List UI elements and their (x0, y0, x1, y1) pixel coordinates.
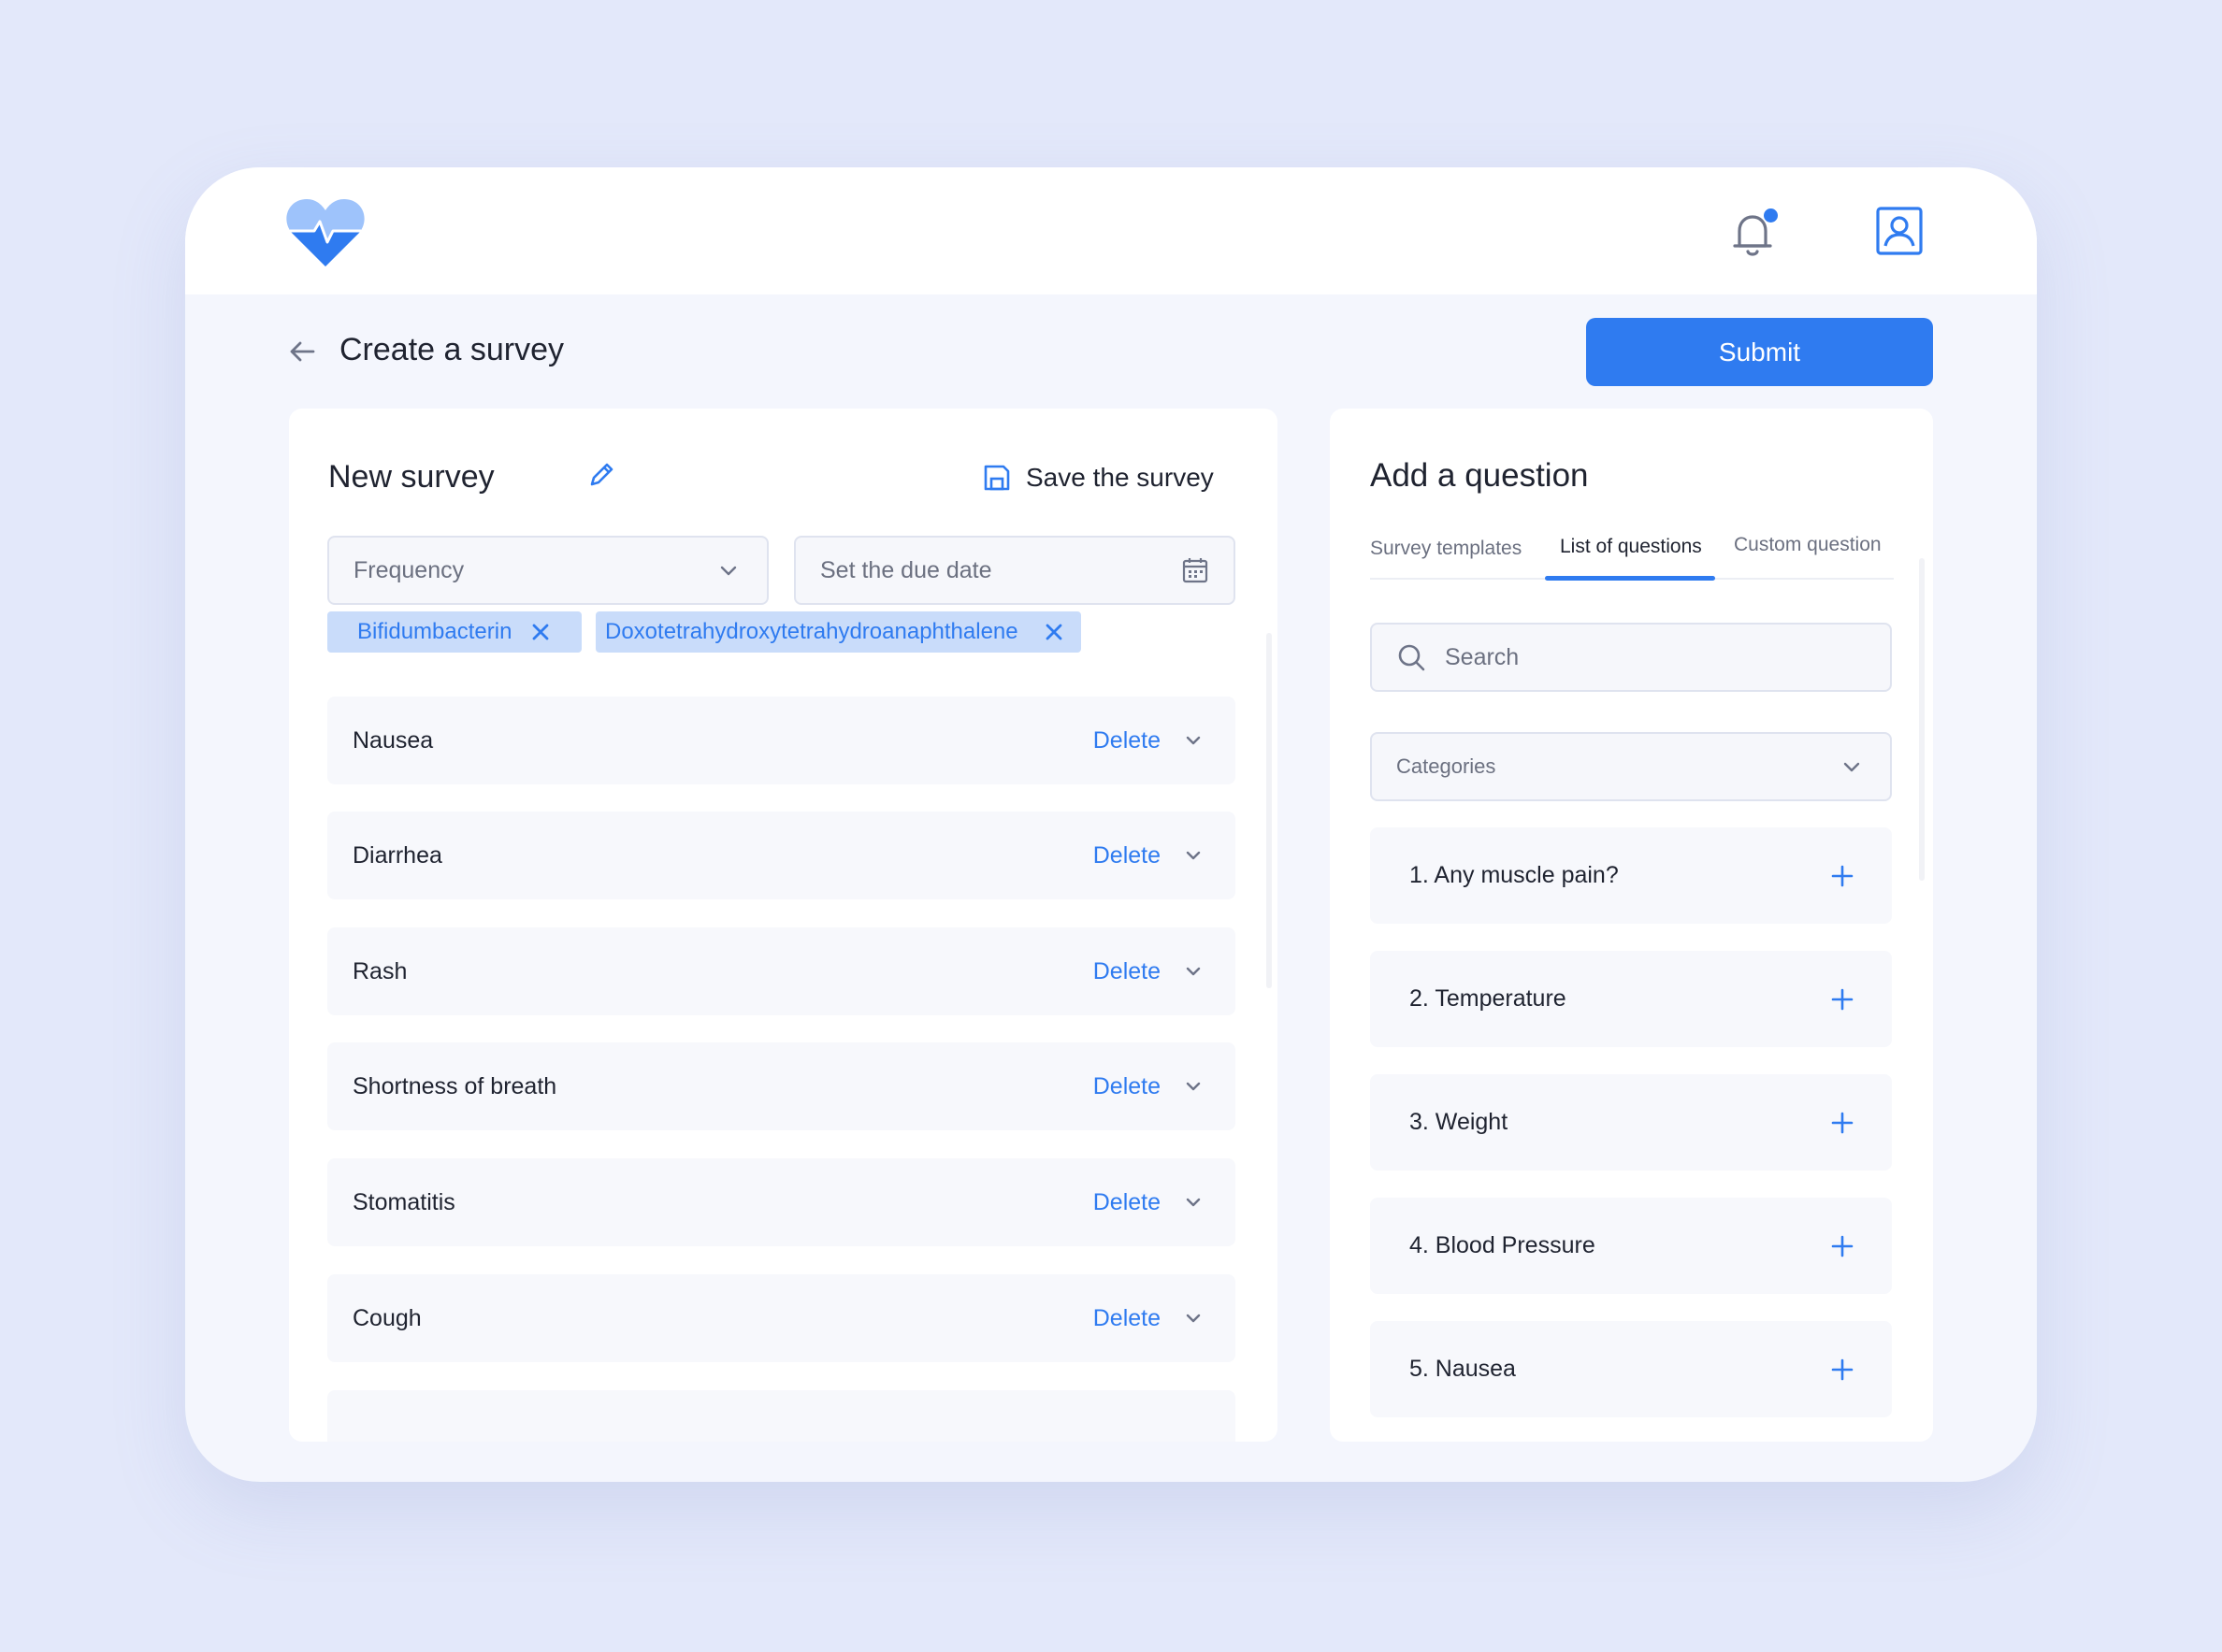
submit-button[interactable]: Submit (1586, 318, 1933, 386)
question-label: Rash (353, 957, 408, 984)
chevron-down-icon[interactable] (1181, 843, 1205, 868)
save-icon (984, 465, 1010, 491)
plus-icon[interactable] (1830, 1111, 1854, 1135)
close-icon[interactable] (530, 622, 551, 642)
plus-icon[interactable] (1830, 987, 1854, 1012)
scrollbar[interactable] (1919, 558, 1925, 881)
survey-question-row[interactable]: Stomatitis Delete (327, 1158, 1235, 1246)
tag-chip: Bifidumbacterin (327, 611, 582, 653)
question-list-label: 2. Temperature (1409, 985, 1566, 1012)
chevron-down-icon[interactable] (1181, 959, 1205, 984)
plus-icon[interactable] (1830, 864, 1854, 888)
categories-placeholder: Categories (1396, 754, 1496, 778)
tab-custom-question[interactable]: Custom question (1734, 534, 1882, 556)
app-window: Create a survey Submit New survey Save t… (185, 167, 2037, 1482)
top-bar (185, 167, 2037, 294)
question-list-item[interactable]: 1. Any muscle pain? (1370, 827, 1892, 924)
pencil-icon[interactable] (586, 460, 616, 490)
question-list-label: 3. Weight (1409, 1109, 1508, 1135)
tag-chip: Doxotetrahydroxytetrahydroanaphthalene (596, 611, 1081, 653)
question-list-item[interactable]: 2. Temperature (1370, 951, 1892, 1047)
question-list-label: 4. Blood Pressure (1409, 1232, 1595, 1258)
chevron-down-icon[interactable] (1181, 1190, 1205, 1214)
delete-button[interactable]: Delete (1093, 727, 1161, 754)
chevron-down-icon[interactable] (1181, 1074, 1205, 1099)
frequency-select[interactable]: Frequency (327, 536, 769, 605)
save-survey-label: Save the survey (1026, 463, 1214, 492)
question-label: Stomatitis (353, 1188, 455, 1215)
search-box[interactable] (1370, 623, 1892, 692)
chevron-down-icon[interactable] (1181, 1306, 1205, 1330)
due-date-placeholder: Set the due date (820, 556, 992, 583)
profile-icon[interactable] (1876, 207, 1923, 255)
save-survey-button[interactable]: Save the survey (983, 459, 1214, 496)
survey-name: New survey (328, 459, 495, 495)
tab-list-of-questions[interactable]: List of questions (1560, 536, 1702, 558)
scrollbar[interactable] (1266, 633, 1272, 988)
calendar-icon[interactable] (1181, 556, 1209, 584)
notification-badge (1764, 208, 1778, 223)
tag-label: Doxotetrahydroxytetrahydroanaphthalene (605, 619, 1018, 644)
survey-question-row[interactable]: Rash Delete (327, 927, 1235, 1015)
delete-button[interactable]: Delete (1093, 958, 1161, 985)
delete-button[interactable]: Delete (1093, 1073, 1161, 1100)
question-list-item[interactable]: 4. Blood Pressure (1370, 1198, 1892, 1294)
plus-icon[interactable] (1830, 1234, 1854, 1258)
add-question-title: Add a question (1370, 457, 1589, 494)
search-icon (1398, 644, 1425, 671)
question-list-item[interactable]: 5. Nausea (1370, 1321, 1892, 1417)
tab-survey-templates[interactable]: Survey templates (1370, 538, 1522, 560)
tag-label: Bifidumbacterin (357, 619, 512, 644)
survey-question-row-partial[interactable] (327, 1390, 1235, 1442)
question-label: Diarrhea (353, 841, 442, 869)
delete-button[interactable]: Delete (1093, 1189, 1161, 1216)
survey-question-row[interactable]: Nausea Delete (327, 697, 1235, 784)
add-question-panel: Add a question Survey templates List of … (1330, 409, 1933, 1442)
survey-question-row[interactable]: Cough Delete (327, 1274, 1235, 1362)
survey-question-row[interactable]: Shortness of breath Delete (327, 1042, 1235, 1130)
back-arrow-icon[interactable] (288, 338, 316, 366)
page-title: Create a survey (339, 332, 564, 367)
plus-icon[interactable] (1830, 1358, 1854, 1382)
question-label: Nausea (353, 726, 434, 754)
close-icon[interactable] (1044, 622, 1064, 642)
delete-button[interactable]: Delete (1093, 842, 1161, 869)
chevron-down-icon (1843, 762, 1860, 772)
delete-button[interactable]: Delete (1093, 1305, 1161, 1332)
question-list-item[interactable]: 3. Weight (1370, 1074, 1892, 1171)
survey-panel: New survey Save the survey Frequency Set… (289, 409, 1277, 1442)
search-input[interactable] (1445, 643, 1866, 671)
question-list-label: 1. Any muscle pain? (1409, 862, 1619, 888)
due-date-field[interactable]: Set the due date (794, 536, 1235, 605)
chevron-down-icon[interactable] (1181, 728, 1205, 753)
question-list-label: 5. Nausea (1409, 1356, 1516, 1382)
categories-select[interactable]: Categories (1370, 732, 1892, 801)
question-label: Cough (353, 1304, 422, 1331)
question-label: Shortness of breath (353, 1072, 557, 1099)
survey-question-row[interactable]: Diarrhea Delete (327, 812, 1235, 899)
frequency-placeholder: Frequency (354, 556, 465, 583)
chevron-down-icon (720, 566, 737, 576)
heart-logo-icon[interactable] (286, 197, 365, 268)
active-tab-indicator (1545, 576, 1715, 581)
